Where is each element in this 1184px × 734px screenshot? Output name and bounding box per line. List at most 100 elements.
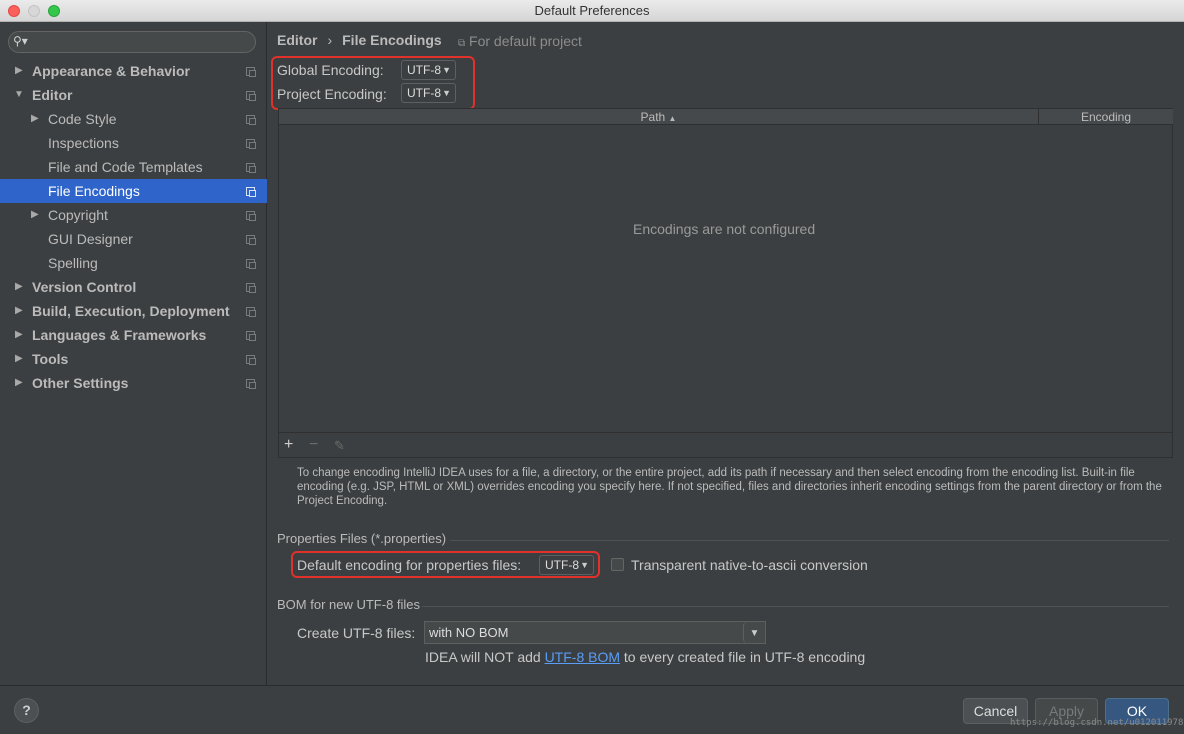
copy-settings-icon — [246, 115, 256, 125]
sidebar-item-label: Copyright — [48, 207, 108, 223]
section-divider — [422, 606, 1169, 607]
column-header-label: Path — [640, 110, 666, 124]
dropdown-arrow-icon[interactable]: ▼ — [743, 622, 765, 643]
expand-arrow-icon[interactable]: ▶ — [15, 347, 23, 371]
create-utf8-label: Create UTF-8 files: — [297, 625, 416, 641]
scope-note: ⧉ For default project — [458, 33, 582, 49]
breadcrumb: Editor › File Encodings — [277, 32, 442, 48]
page-title: File Encodings — [342, 32, 442, 48]
copy-settings-icon — [246, 163, 256, 173]
column-header-path[interactable]: Path ▲ — [279, 109, 1039, 125]
collapse-arrow-icon[interactable]: ▼ — [14, 83, 24, 107]
sidebar-item-label: Appearance & Behavior — [32, 63, 190, 79]
copy-settings-icon — [246, 91, 256, 101]
remove-icon[interactable]: − — [309, 436, 318, 454]
properties-encoding-value: UTF-8 — [545, 558, 579, 572]
minimize-window-button[interactable] — [28, 5, 40, 17]
expand-arrow-icon[interactable]: ▶ — [31, 203, 39, 227]
sidebar-item-label: Other Settings — [32, 375, 129, 391]
copy-settings-icon — [246, 139, 256, 149]
expand-arrow-icon[interactable]: ▶ — [15, 371, 23, 395]
properties-encoding-select[interactable]: UTF-8 ▼ — [539, 555, 594, 575]
sidebar-item-label: File and Code Templates — [48, 159, 203, 175]
dropdown-arrow-icon: ▼ — [580, 560, 589, 570]
window-title: Default Preferences — [534, 3, 650, 18]
sidebar-item-languages-frameworks[interactable]: ▶ Languages & Frameworks — [0, 323, 267, 347]
sidebar-item-build-execution-deployment[interactable]: ▶ Build, Execution, Deployment — [0, 299, 267, 323]
sidebar-item-label: Languages & Frameworks — [32, 327, 207, 343]
global-encoding-value: UTF-8 — [407, 63, 441, 77]
sidebar-item-gui-designer[interactable]: GUI Designer — [0, 227, 267, 251]
section-divider — [450, 540, 1169, 541]
sidebar-item-version-control[interactable]: ▶ Version Control — [0, 275, 267, 299]
dropdown-arrow-icon: ▼ — [442, 65, 451, 75]
expand-arrow-icon[interactable]: ▶ — [15, 59, 23, 83]
edit-icon[interactable]: ✎ — [334, 438, 345, 454]
dialog-footer: ? Cancel Apply OK — [0, 685, 1184, 734]
sidebar-item-tools[interactable]: ▶ Tools — [0, 347, 267, 371]
expand-arrow-icon[interactable]: ▶ — [15, 275, 23, 299]
properties-section-title: Properties Files (*.properties) — [277, 531, 447, 546]
global-encoding-label: Global Encoding: — [277, 62, 384, 78]
project-encoding-label: Project Encoding: — [277, 86, 387, 102]
search-icon: ⚲▾ — [13, 34, 28, 48]
sidebar-item-copyright[interactable]: ▶ Copyright — [0, 203, 267, 227]
copy-settings-icon — [246, 211, 256, 221]
sidebar-item-other-settings[interactable]: ▶ Other Settings — [0, 371, 267, 395]
encodings-table[interactable]: Path ▲ Encoding — [278, 108, 1173, 458]
expand-arrow-icon[interactable]: ▶ — [15, 299, 23, 323]
add-icon[interactable]: + — [284, 436, 293, 454]
bom-note-suffix: to every created file in UTF-8 encoding — [623, 649, 866, 665]
copy-settings-icon — [246, 259, 256, 269]
zoom-window-button[interactable] — [48, 5, 60, 17]
copy-settings-icon — [246, 187, 256, 197]
sidebar-item-label: Inspections — [48, 135, 119, 151]
scope-label: For default project — [469, 33, 582, 49]
bom-section-title: BOM for new UTF-8 files — [277, 597, 421, 612]
sidebar-item-spelling[interactable]: Spelling — [0, 251, 267, 275]
table-toolbar: + − ✎ — [278, 432, 1173, 458]
sidebar-item-label: Version Control — [32, 279, 137, 295]
watermark: https://blog.csdn.net/u012011978 — [1010, 718, 1184, 728]
breadcrumb-parent[interactable]: Editor — [277, 32, 317, 48]
expand-arrow-icon[interactable]: ▶ — [15, 323, 23, 347]
bom-select-value: with NO BOM — [429, 625, 509, 640]
help-button[interactable]: ? — [14, 698, 39, 723]
sidebar-item-code-style[interactable]: ▶ Code Style — [0, 107, 267, 131]
help-text: To change encoding IntelliJ IDEA uses fo… — [297, 467, 1162, 507]
sidebar-item-editor[interactable]: ▼ Editor — [0, 83, 267, 107]
empty-table-message: Encodings are not configured — [633, 221, 816, 237]
sidebar-item-appearance-behavior[interactable]: ▶ Appearance & Behavior — [0, 59, 267, 83]
sidebar-item-inspections[interactable]: Inspections — [0, 131, 267, 155]
copy-settings-icon — [246, 355, 256, 365]
column-header-label: Encoding — [1080, 110, 1132, 124]
copy-settings-icon — [246, 379, 256, 389]
copy-settings-icon — [246, 307, 256, 317]
expand-arrow-icon[interactable]: ▶ — [31, 107, 39, 131]
copy-settings-icon — [246, 235, 256, 245]
transparent-conversion-label[interactable]: Transparent native-to-ascii conversion — [631, 557, 868, 573]
bom-note: IDEA will NOT add UTF-8 BOM to every cre… — [425, 649, 865, 665]
copy-settings-icon — [246, 67, 256, 77]
global-encoding-select[interactable]: UTF-8 ▼ — [401, 60, 456, 80]
title-bar: Default Preferences — [0, 0, 1184, 22]
close-window-button[interactable] — [8, 5, 20, 17]
bom-select[interactable]: with NO BOM ▼ — [424, 621, 766, 644]
copy-settings-icon — [246, 283, 256, 293]
sidebar-item-label: Code Style — [48, 111, 117, 127]
bom-note-prefix: IDEA will NOT add — [425, 649, 541, 665]
sidebar-item-file-code-templates[interactable]: File and Code Templates — [0, 155, 267, 179]
column-header-encoding[interactable]: Encoding — [1039, 109, 1173, 125]
breadcrumb-separator: › — [327, 32, 333, 48]
project-encoding-value: UTF-8 — [407, 86, 441, 100]
settings-search-input[interactable]: ⚲▾ — [8, 31, 256, 53]
sidebar-item-label: Build, Execution, Deployment — [32, 303, 230, 319]
sort-ascending-icon: ▲ — [668, 114, 677, 123]
project-encoding-select[interactable]: UTF-8 ▼ — [401, 83, 456, 103]
sidebar-item-label: File Encodings — [48, 183, 140, 199]
utf8-bom-link[interactable]: UTF-8 BOM — [545, 649, 620, 665]
transparent-conversion-checkbox[interactable] — [611, 558, 624, 571]
settings-sidebar: ⚲▾ ▶ Appearance & Behavior ▼ Editor ▶ Co… — [0, 22, 267, 685]
sidebar-item-file-encodings[interactable]: File Encodings — [0, 179, 267, 203]
sidebar-item-label: Spelling — [48, 255, 98, 271]
